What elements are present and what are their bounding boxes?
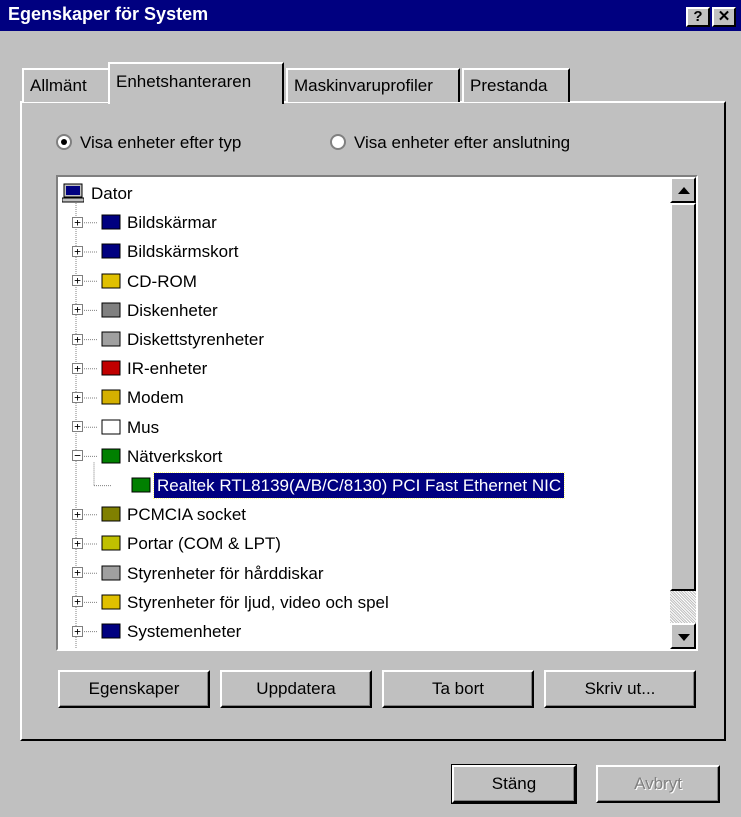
close-label: Stäng: [491, 774, 537, 793]
pcmcia-icon: [101, 506, 121, 522]
sound-icon: [101, 594, 121, 610]
tab-maskinvaruprofiler[interactable]: Maskinvaruprofiler: [286, 68, 460, 102]
tab-enhetshanteraren[interactable]: Enhetshanteraren: [108, 62, 284, 104]
collapse-icon[interactable]: −: [72, 450, 83, 462]
tab-allmant[interactable]: Allmänt: [22, 68, 110, 102]
print-button[interactable]: Skriv ut...: [544, 670, 696, 708]
tree-item-label: PCMCIA socket: [127, 505, 247, 525]
cancel-button[interactable]: Avbryt: [596, 765, 720, 803]
tree-item-label: Nätverkskort: [127, 446, 223, 466]
modem-icon: [101, 389, 121, 405]
refresh-button[interactable]: Uppdatera: [220, 670, 372, 708]
radio-view-by-type[interactable]: Visa enheter efter typ: [56, 133, 241, 153]
properties-button[interactable]: Egenskaper: [58, 670, 210, 708]
tree-item-label: Diskenheter: [127, 300, 218, 320]
monitor-icon: [101, 243, 121, 259]
arrow-up-icon: [678, 187, 690, 194]
expand-icon[interactable]: +: [72, 275, 83, 287]
device-tree[interactable]: Dator + Bildskärmar + Bildskärmskort + CD-ROM…: [56, 175, 698, 651]
radio-indicator[interactable]: [330, 134, 346, 150]
expand-icon[interactable]: +: [72, 567, 83, 579]
tree-item-label: Systemenheter: [127, 622, 242, 641]
expand-icon[interactable]: +: [72, 508, 83, 520]
expand-icon[interactable]: +: [72, 421, 83, 433]
close-button[interactable]: Stäng: [451, 764, 577, 804]
computer-icon: [62, 183, 84, 203]
radio-view-by-connection[interactable]: Visa enheter efter anslutning: [330, 133, 570, 153]
cdrom-icon: [101, 273, 121, 289]
expand-icon[interactable]: +: [72, 596, 83, 608]
tree-item-label: Portar (COM & LPT): [127, 534, 281, 554]
help-button[interactable]: ?: [686, 7, 710, 27]
tree-item-label: Bildskärmar: [127, 213, 217, 233]
expand-icon[interactable]: +: [72, 391, 83, 403]
tree-item-label: Styrenheter för ljud, video och spel: [127, 592, 389, 612]
mouse-icon: [101, 419, 121, 435]
tree-item-label: Bildskärmskort: [127, 242, 239, 262]
system-device-icon: [101, 623, 121, 639]
expand-icon[interactable]: +: [72, 362, 83, 374]
remove-button[interactable]: Ta bort: [382, 670, 534, 708]
properties-label: Egenskaper: [88, 679, 180, 698]
expand-icon[interactable]: +: [72, 304, 83, 316]
monitor-icon: [101, 214, 121, 230]
expand-icon[interactable]: +: [72, 216, 83, 228]
tree-item-label: Diskettstyrenheter: [127, 330, 264, 349]
device-tree-content: Dator + Bildskärmar + Bildskärmskort + CD-ROM…: [60, 179, 670, 649]
remove-label: Ta bort: [432, 679, 484, 698]
tree-item-label: IR-enheter: [127, 359, 208, 379]
tab-label: Maskinvaruprofiler: [294, 76, 433, 95]
print-label: Skriv ut...: [584, 679, 656, 698]
expand-icon[interactable]: +: [72, 537, 83, 549]
tree-item-label: Modem: [127, 388, 184, 408]
radio-indicator[interactable]: [56, 134, 72, 150]
scroll-down-button[interactable]: [670, 623, 696, 649]
vertical-scrollbar[interactable]: [670, 177, 696, 649]
floppy-controller-icon: [101, 331, 121, 347]
network-card-icon: [131, 477, 151, 493]
tree-item-label: Mus: [127, 417, 160, 437]
network-card-icon: [101, 448, 121, 464]
tab-prestanda[interactable]: Prestanda: [462, 68, 570, 102]
close-window-button[interactable]: ✕: [712, 7, 736, 27]
tree-item-label: Styrenheter för hårddiskar: [127, 563, 324, 583]
infrared-icon: [101, 360, 121, 376]
radio-label: Visa enheter efter anslutning: [354, 133, 571, 152]
scroll-up-button[interactable]: [670, 177, 696, 203]
tab-label: Allmänt: [30, 76, 87, 95]
port-icon: [101, 535, 121, 551]
disk-drive-icon: [101, 302, 121, 318]
selected-device-label: Realtek RTL8139(A/B/C/8130) PCI Fast Eth…: [152, 472, 566, 499]
expand-icon[interactable]: +: [72, 625, 83, 637]
refresh-label: Uppdatera: [256, 679, 336, 698]
tab-label: Enhetshanteraren: [116, 72, 252, 91]
tree-root-label: Dator: [91, 184, 133, 203]
tab-label: Prestanda: [470, 76, 548, 95]
radio-label: Visa enheter efter typ: [80, 133, 242, 152]
disk-controller-icon: [101, 565, 121, 581]
arrow-down-icon: [678, 634, 690, 641]
tree-item-label: Tangentbord: [124, 646, 225, 649]
expand-icon[interactable]: +: [72, 245, 83, 257]
scroll-track[interactable]: [670, 591, 696, 623]
cancel-label: Avbryt: [634, 774, 682, 793]
expand-icon[interactable]: +: [72, 333, 83, 345]
window-title: Egenskaper för System: [8, 4, 209, 24]
scroll-thumb[interactable]: [670, 203, 696, 591]
tree-item-label: CD-ROM: [127, 271, 197, 291]
